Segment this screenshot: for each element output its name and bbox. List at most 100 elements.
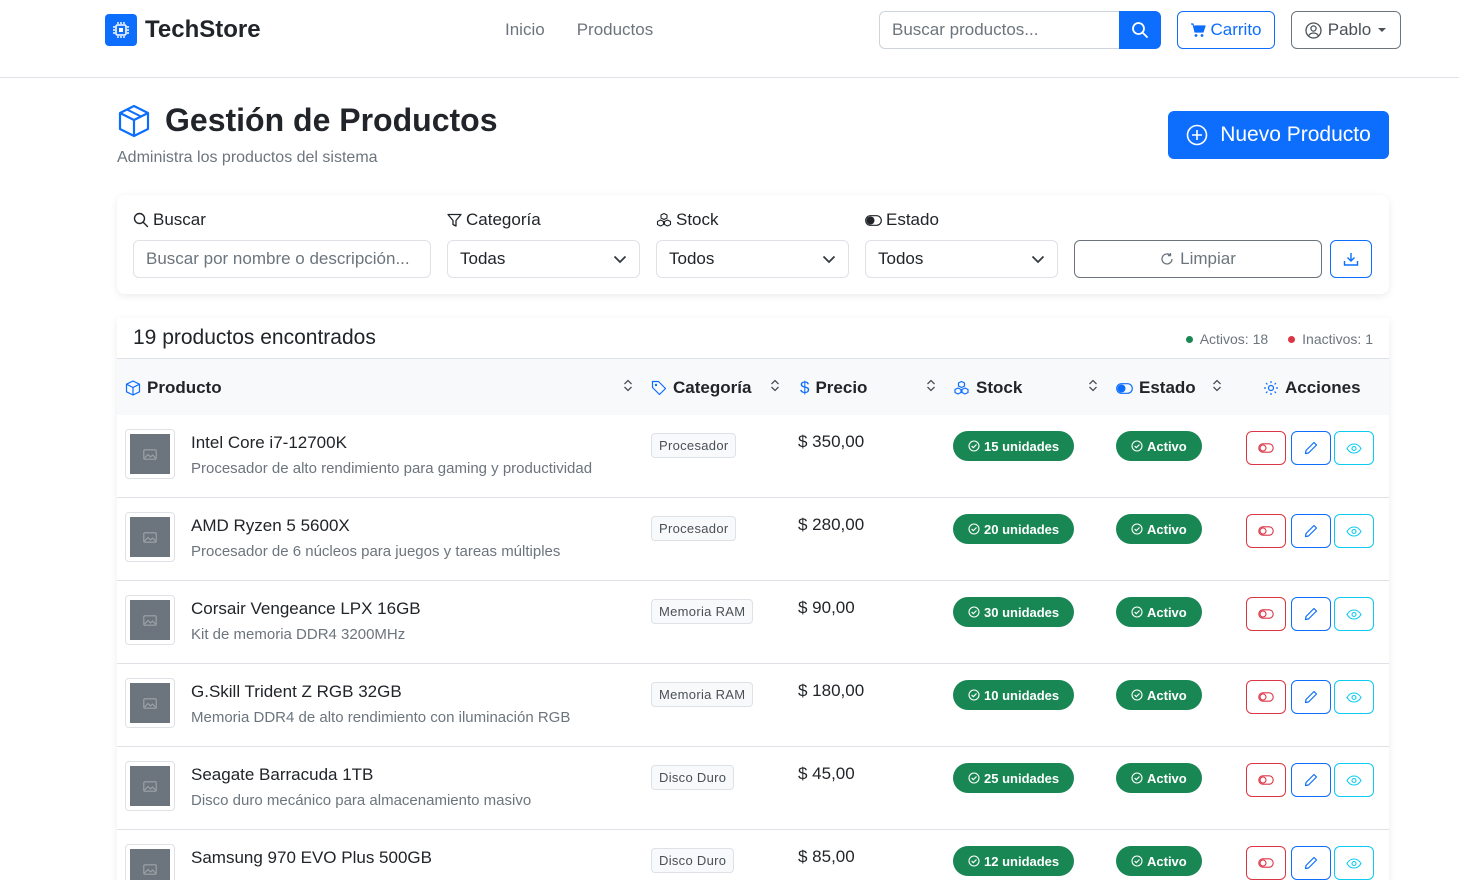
toggle-status-button[interactable] bbox=[1246, 597, 1286, 631]
page-header: Gestión de Productos Administra los prod… bbox=[117, 102, 497, 167]
chevron-down-icon bbox=[822, 255, 836, 263]
pencil-icon bbox=[1304, 690, 1318, 704]
product-description: Memoria DDR4 de alto rendimiento con ilu… bbox=[191, 709, 571, 726]
pencil-icon bbox=[1304, 773, 1318, 787]
sort-icon[interactable] bbox=[1088, 379, 1098, 392]
nav-link-productos[interactable]: Productos bbox=[577, 20, 654, 40]
results-count: 19 productos encontrados bbox=[133, 326, 376, 349]
clear-filters-button[interactable]: Limpiar bbox=[1074, 240, 1322, 278]
check-circle-icon bbox=[1131, 689, 1143, 701]
clear-filters-label: Limpiar bbox=[1180, 249, 1236, 268]
product-name: G.Skill Trident Z RGB 32GB bbox=[191, 682, 402, 701]
check-circle-icon bbox=[1131, 606, 1143, 618]
search-filter-label-text: Buscar bbox=[153, 210, 206, 229]
category-select-value: Todas bbox=[460, 249, 506, 268]
stock-badge-text: 30 unidades bbox=[984, 604, 1060, 620]
pencil-icon bbox=[1304, 524, 1318, 538]
nav-link-inicio[interactable]: Inicio bbox=[505, 20, 545, 40]
product-description: Disco duro mecánico para almacenamiento … bbox=[191, 792, 532, 809]
check-circle-icon bbox=[968, 606, 980, 618]
active-count: Activos: 18 bbox=[1185, 331, 1268, 347]
status-filter-label-text: Estado bbox=[886, 210, 939, 229]
user-menu-button[interactable]: Pablo bbox=[1291, 11, 1401, 49]
image-icon bbox=[143, 697, 157, 709]
edit-button[interactable] bbox=[1291, 514, 1331, 548]
stock-badge: 12 unidades bbox=[953, 846, 1075, 876]
stock-select-value: Todos bbox=[669, 249, 715, 268]
toggle-status-button[interactable] bbox=[1246, 514, 1286, 548]
product-name: Corsair Vengeance LPX 16GB bbox=[191, 599, 421, 618]
product-thumbnail bbox=[125, 429, 175, 479]
product-name: Samsung 970 EVO Plus 500GB bbox=[191, 848, 432, 867]
check-circle-icon bbox=[968, 689, 980, 701]
check-circle-icon bbox=[968, 855, 980, 867]
cart-button[interactable]: Carrito bbox=[1177, 11, 1275, 49]
gear-icon bbox=[1264, 381, 1278, 395]
tag-icon bbox=[651, 380, 667, 396]
toggle-status-button[interactable] bbox=[1246, 846, 1286, 880]
column-header-product[interactable]: Producto bbox=[125, 378, 222, 398]
edit-button[interactable] bbox=[1291, 680, 1331, 714]
status-badge-text: Activo bbox=[1147, 853, 1187, 869]
sort-icon[interactable] bbox=[770, 379, 780, 392]
column-header-price[interactable]: $ Precio bbox=[800, 378, 867, 398]
view-button[interactable] bbox=[1334, 597, 1374, 631]
edit-button[interactable] bbox=[1291, 431, 1331, 465]
toggle-status-button[interactable] bbox=[1246, 680, 1286, 714]
sort-icon[interactable] bbox=[1212, 379, 1222, 392]
product-price: $ 45,00 bbox=[798, 764, 855, 783]
category-select[interactable]: Todas bbox=[447, 240, 640, 278]
table-row: Intel Core i7-12700K Procesador de alto … bbox=[117, 415, 1389, 498]
status-badge: Activo bbox=[1116, 431, 1202, 461]
brand[interactable]: TechStore bbox=[105, 14, 261, 46]
check-circle-icon bbox=[1131, 440, 1143, 452]
stock-badge: 30 unidades bbox=[953, 597, 1075, 627]
nav-search-input[interactable] bbox=[879, 11, 1119, 49]
navbar: TechStore Inicio Productos Carrito Pablo bbox=[0, 0, 1459, 78]
column-header-stock[interactable]: Stock bbox=[953, 378, 1022, 398]
view-button[interactable] bbox=[1334, 514, 1374, 548]
status-summary: Activos: 18 Inactivos: 1 bbox=[1185, 331, 1373, 347]
download-button[interactable] bbox=[1330, 240, 1372, 278]
filter-search-input[interactable]: Buscar por nombre o descripción... bbox=[133, 240, 431, 278]
stock-badge: 15 unidades bbox=[953, 431, 1075, 461]
status-select[interactable]: Todos bbox=[865, 240, 1058, 278]
new-product-button[interactable]: Nuevo Producto bbox=[1168, 111, 1389, 159]
toggle-off-icon bbox=[1258, 775, 1274, 785]
view-button[interactable] bbox=[1334, 763, 1374, 797]
search-icon bbox=[1132, 22, 1148, 38]
edit-button[interactable] bbox=[1291, 597, 1331, 631]
nav-search-button[interactable] bbox=[1119, 11, 1161, 49]
view-button[interactable] bbox=[1334, 680, 1374, 714]
product-price: $ 85,00 bbox=[798, 847, 855, 866]
product-thumbnail bbox=[125, 678, 175, 728]
toggle-status-button[interactable] bbox=[1246, 763, 1286, 797]
column-header-category[interactable]: Categoría bbox=[651, 378, 751, 398]
stock-select[interactable]: Todos bbox=[656, 240, 849, 278]
product-thumbnail bbox=[125, 512, 175, 562]
view-button[interactable] bbox=[1334, 846, 1374, 880]
toggle-icon bbox=[1116, 382, 1133, 394]
brand-name: TechStore bbox=[145, 16, 261, 43]
status-badge-text: Activo bbox=[1147, 687, 1187, 703]
user-circle-icon bbox=[1305, 21, 1322, 39]
column-header-status[interactable]: Estado bbox=[1116, 378, 1196, 398]
refresh-icon bbox=[1161, 253, 1173, 265]
edit-button[interactable] bbox=[1291, 846, 1331, 880]
check-circle-icon bbox=[968, 440, 980, 452]
check-circle-icon bbox=[1131, 523, 1143, 535]
stock-badge: 10 unidades bbox=[953, 680, 1075, 710]
pencil-icon bbox=[1304, 441, 1318, 455]
sort-icon[interactable] bbox=[926, 379, 936, 392]
image-icon bbox=[143, 863, 157, 875]
image-icon bbox=[143, 780, 157, 792]
toggle-status-button[interactable] bbox=[1246, 431, 1286, 465]
edit-button[interactable] bbox=[1291, 763, 1331, 797]
table-row: G.Skill Trident Z RGB 32GB Memoria DDR4 … bbox=[117, 664, 1389, 747]
status-badge-text: Activo bbox=[1147, 438, 1187, 454]
view-button[interactable] bbox=[1334, 431, 1374, 465]
download-icon bbox=[1343, 253, 1359, 266]
sort-icon[interactable] bbox=[623, 379, 633, 392]
inactive-count-text: Inactivos: 1 bbox=[1302, 331, 1373, 347]
category-badge: Disco Duro bbox=[651, 765, 735, 790]
